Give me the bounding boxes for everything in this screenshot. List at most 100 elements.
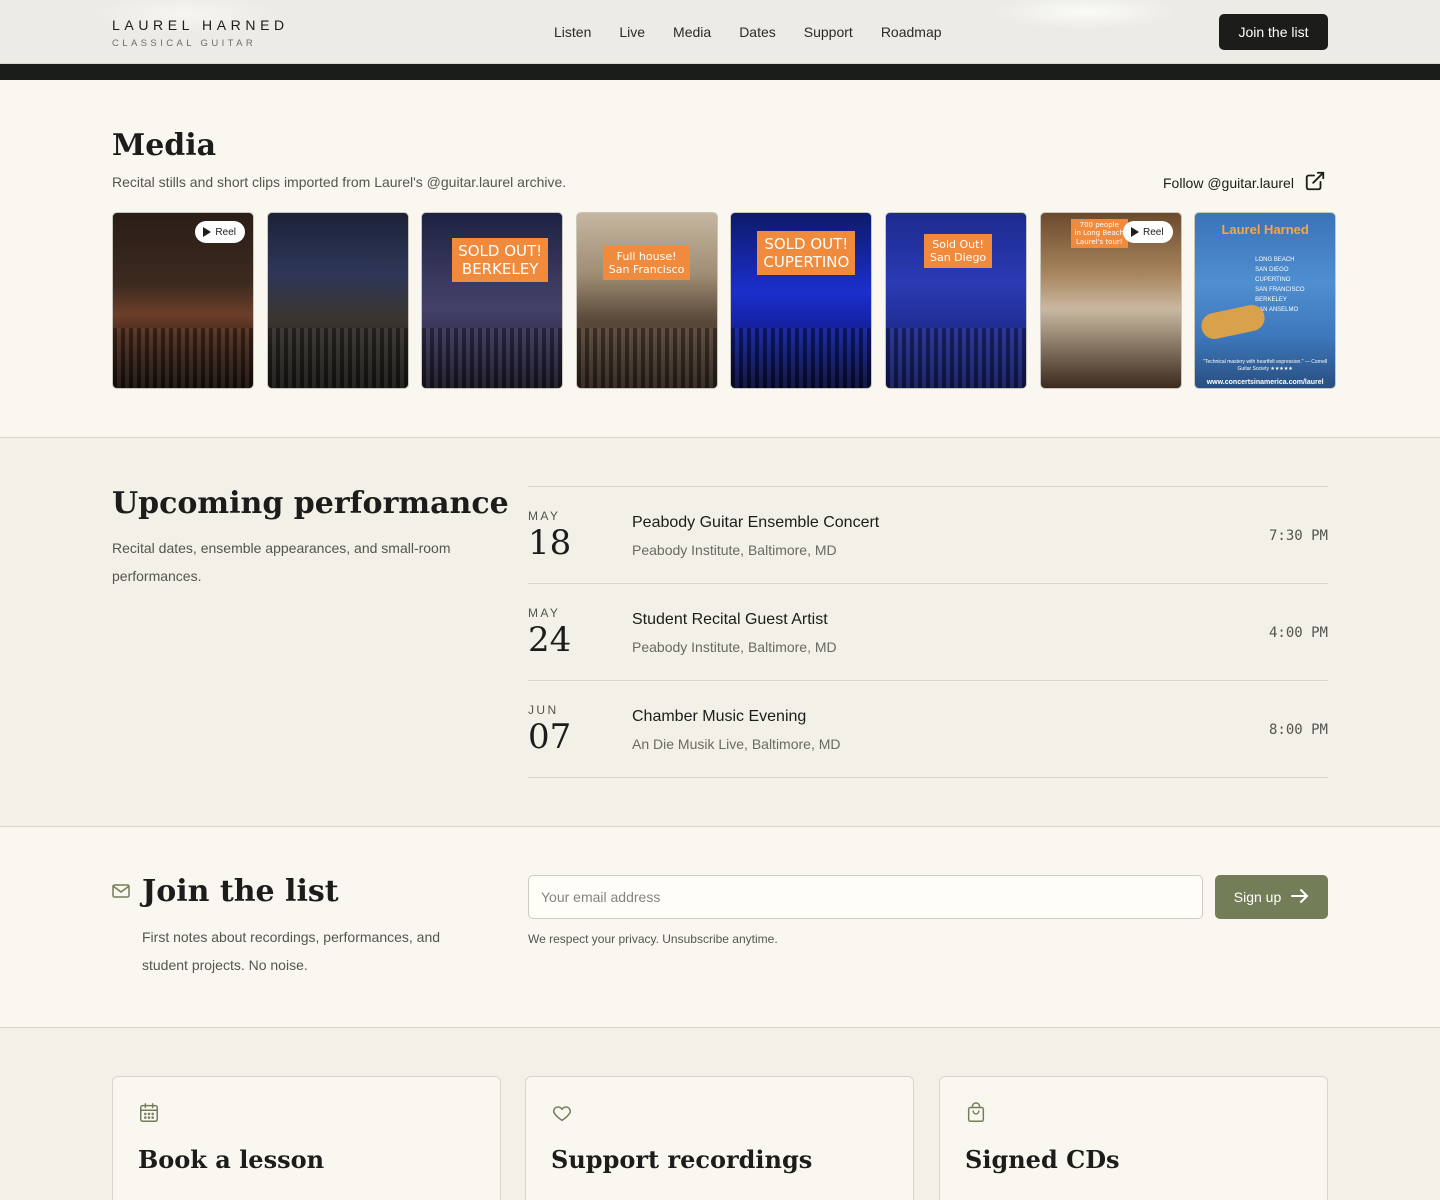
media-title: Media [112, 128, 217, 163]
event-venue: Peabody Institute, Baltimore, MD [632, 639, 837, 655]
media-tile-poster[interactable]: Laurel Harned LONG BEACH SAN DIEGO CUPER… [1194, 212, 1337, 389]
event-day: 18 [528, 523, 572, 563]
heart-icon [551, 1102, 573, 1129]
tile-audience [113, 328, 253, 388]
header-glow [990, 0, 1180, 30]
tile-tag: SOLD OUT! BERKELEY [452, 238, 549, 282]
poster-city: SAN FRANCISCO [1255, 287, 1305, 293]
nav-live[interactable]: Live [619, 24, 645, 40]
poster-title: Laurel Harned [1221, 222, 1309, 237]
event-row[interactable]: MAY 18 Peabody Guitar Ensemble Concert P… [528, 487, 1328, 584]
privacy-note: We respect your privacy. Unsubscribe any… [528, 932, 778, 946]
nav-roadmap[interactable]: Roadmap [881, 24, 942, 40]
card-title: Signed CDs [965, 1145, 1120, 1174]
tile-tag-line: Full house! [616, 250, 677, 263]
sign-up-button[interactable]: Sign up [1215, 875, 1328, 919]
tile-tag-line: Sold Out! [932, 238, 984, 251]
event-day: 24 [528, 620, 572, 660]
arrow-right-icon [1291, 888, 1309, 907]
poster-city: CUPERTINO [1255, 277, 1291, 283]
event-month: MAY [528, 606, 561, 620]
poster-city-list: LONG BEACH SAN DIEGO CUPERTINO SAN FRANC… [1255, 255, 1304, 315]
upcoming-description: Recital dates, ensemble appearances, and… [112, 540, 451, 584]
event-day: 07 [528, 717, 572, 757]
join-list-button[interactable]: Join the list [1219, 14, 1328, 50]
nav-media[interactable]: Media [673, 24, 711, 40]
tile-tag-line: San Diego [929, 251, 987, 265]
external-link-icon [1304, 170, 1326, 195]
site-header: LAUREL HARNED CLASSICAL GUITAR Listen Li… [0, 0, 1440, 64]
follow-link[interactable]: Follow @guitar.laurel [1163, 170, 1326, 195]
sign-up-label: Sign up [1233, 889, 1282, 905]
tile-tag-line: SOLD OUT! [458, 242, 543, 260]
guitar-graphic [1199, 302, 1268, 342]
event-venue: An Die Musik Live, Baltimore, MD [632, 736, 841, 752]
tile-tag: 700 people in Long Beach Laurel's tour! [1070, 219, 1129, 249]
card-title: Book a lesson [138, 1145, 325, 1174]
tile-tag: Full house! San Francisco [602, 246, 691, 281]
card-title: Support recordings [551, 1145, 813, 1174]
tile-audience [576, 328, 717, 388]
hero-bottom-edge [0, 64, 1440, 80]
event-time: 8:00 PM [1268, 722, 1328, 738]
tile-tag-line: CUPERTINO [763, 253, 850, 271]
tile-audience [885, 328, 1026, 388]
poster-city: BERKELEY [1255, 297, 1287, 303]
media-tile[interactable]: Full house! San Francisco [575, 212, 718, 389]
brand-logo[interactable]: LAUREL HARNED CLASSICAL GUITAR [112, 17, 289, 49]
event-row[interactable]: JUN 07 Chamber Music Evening An Die Musi… [528, 681, 1328, 778]
book-lesson-card[interactable]: Book a lesson [112, 1076, 501, 1200]
event-name: Chamber Music Evening [632, 708, 807, 725]
mail-icon [112, 884, 130, 903]
follow-label: Follow @guitar.laurel [1163, 174, 1294, 191]
tile-tag-line: BERKELEY [461, 260, 539, 278]
event-month: JUN [528, 703, 559, 717]
play-icon [203, 227, 212, 237]
reel-badge: Reel [1122, 221, 1173, 243]
event-list: MAY 18 Peabody Guitar Ensemble Concert P… [528, 486, 1328, 778]
nav-support[interactable]: Support [804, 24, 853, 40]
signed-cds-card[interactable]: Signed CDs [939, 1076, 1328, 1200]
tile-tag-line: SOLD OUT! [764, 235, 849, 253]
tile-tag-line: in Long Beach [1074, 229, 1125, 238]
main-nav: Listen Live Media Dates Support Roadmap [554, 24, 942, 40]
email-field[interactable] [528, 875, 1203, 919]
poster-city: SAN DIEGO [1255, 267, 1289, 273]
tile-tag: SOLD OUT! CUPERTINO [757, 231, 856, 275]
nav-listen[interactable]: Listen [554, 24, 591, 40]
support-recordings-card[interactable]: Support recordings [525, 1076, 914, 1200]
media-subtitle: Recital stills and short clips imported … [112, 174, 567, 190]
reel-badge: Reel [195, 221, 245, 243]
event-time: 7:30 PM [1268, 528, 1328, 544]
join-description: First notes about recordings, performanc… [142, 929, 441, 973]
media-tile[interactable]: SOLD OUT! CUPERTINO [730, 212, 873, 389]
media-gallery: Reel SOLD OUT! BERKELEY Full house! San … [112, 212, 1337, 389]
media-tile[interactable]: 700 people in Long Beach Laurel's tour! … [1039, 212, 1182, 389]
join-title: Join the list [142, 874, 339, 909]
tile-tag: Sold Out! San Diego [923, 234, 993, 269]
event-name: Student Recital Guest Artist [632, 611, 828, 628]
tile-audience [422, 328, 563, 388]
brand-name: LAUREL HARNED [112, 17, 289, 33]
tile-audience [267, 328, 408, 388]
media-tile[interactable]: Reel [112, 212, 254, 389]
event-row[interactable]: MAY 24 Student Recital Guest Artist Peab… [528, 584, 1328, 681]
poster-city: LONG BEACH [1255, 257, 1295, 263]
brand-subtitle: CLASSICAL GUITAR [112, 38, 257, 49]
event-name: Peabody Guitar Ensemble Concert [632, 514, 880, 531]
reel-label: Reel [215, 226, 236, 238]
section-divider [0, 826, 1440, 827]
nav-dates[interactable]: Dates [739, 24, 776, 40]
media-tile[interactable] [266, 212, 409, 389]
event-venue: Peabody Institute, Baltimore, MD [632, 542, 837, 558]
tile-audience [731, 328, 872, 388]
tile-tag-line: 700 people [1079, 221, 1119, 229]
event-month: MAY [528, 509, 561, 523]
event-time: 4:00 PM [1268, 625, 1328, 641]
calendar-icon [138, 1102, 160, 1129]
reel-label: Reel [1142, 226, 1164, 238]
media-tile[interactable]: Sold Out! San Diego [884, 212, 1027, 389]
poster-quote: "Technical mastery with heartfelt expres… [1203, 359, 1328, 372]
play-icon [1130, 227, 1139, 237]
media-tile[interactable]: SOLD OUT! BERKELEY [421, 212, 564, 389]
